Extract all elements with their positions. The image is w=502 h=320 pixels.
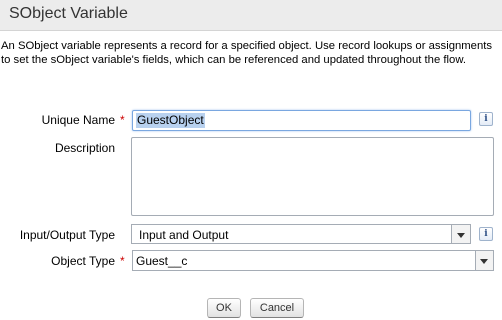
cancel-button[interactable]: Cancel [250,298,304,318]
ok-button[interactable]: OK [207,298,241,318]
unique-name-input[interactable]: GuestObject [132,110,471,131]
io-type-value: Input and Output [139,228,229,242]
chevron-down-icon [480,259,488,264]
object-type-value: Guest__c [136,254,188,268]
object-type-label: Object Type [51,254,115,268]
dialog-description: An SObject variable represents a record … [1,40,493,66]
io-type-dropdown-button[interactable] [451,225,470,243]
io-type-select[interactable]: Input and Output [131,224,471,244]
dialog-title: SObject Variable [9,5,128,22]
unique-name-required-mark: * [120,113,125,127]
chevron-down-icon [457,233,465,238]
unique-name-label: Unique Name [41,113,115,127]
unique-name-value: GuestObject [136,113,205,128]
unique-name-info-icon[interactable]: i [479,112,493,126]
description-label: Description [54,141,115,155]
dialog-header: SObject Variable [0,0,502,31]
object-type-required-mark: * [120,254,125,268]
description-textarea[interactable] [131,137,494,216]
io-type-info-icon[interactable]: i [479,227,493,241]
io-type-label: Input/Output Type [19,228,115,242]
object-type-dropdown-button[interactable] [475,251,493,270]
object-type-combobox[interactable]: Guest__c [132,250,494,271]
